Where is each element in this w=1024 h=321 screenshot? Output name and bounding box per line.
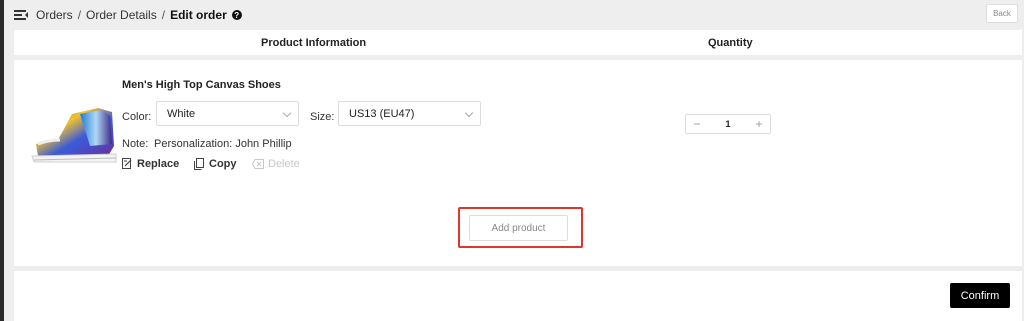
copy-icon xyxy=(194,158,204,170)
product-name: Men's High Top Canvas Shoes xyxy=(122,79,281,91)
confirm-button[interactable]: Confirm xyxy=(950,283,1010,308)
replace-icon xyxy=(122,158,132,169)
copy-button[interactable]: Copy xyxy=(194,158,237,170)
page-title: Edit order xyxy=(170,8,227,22)
delete-icon xyxy=(252,159,264,169)
copy-label: Copy xyxy=(209,158,237,170)
quantity-stepper[interactable]: − 1 + xyxy=(685,114,771,134)
color-select[interactable]: White xyxy=(156,101,299,126)
breadcrumb: Orders / Order Details / Edit order ? xyxy=(36,8,242,22)
footer-bar: Confirm xyxy=(14,271,1022,321)
color-select-value: White xyxy=(167,107,196,120)
breadcrumb-separator: / xyxy=(161,8,166,22)
add-product-button[interactable]: Add product xyxy=(469,215,568,241)
size-label: Size: xyxy=(310,111,335,123)
chevron-down-icon xyxy=(464,108,474,118)
breadcrumb-order-details[interactable]: Order Details xyxy=(86,8,157,22)
help-icon[interactable]: ? xyxy=(231,10,242,20)
replace-button[interactable]: Replace xyxy=(122,158,179,170)
product-image xyxy=(31,108,117,163)
table-header: Product Information Quantity xyxy=(14,30,1022,55)
product-information-header: Product Information xyxy=(261,37,367,49)
quantity-value[interactable]: 1 xyxy=(708,119,748,129)
replace-label: Replace xyxy=(137,158,180,170)
chevron-down-icon xyxy=(282,108,292,118)
size-select[interactable]: US13 (EU47) xyxy=(338,101,481,126)
delete-label: Delete xyxy=(268,158,300,170)
note-label: Note: xyxy=(122,138,149,150)
breadcrumb-orders[interactable]: Orders xyxy=(36,8,73,22)
increment-button[interactable]: + xyxy=(748,117,770,131)
delete-button[interactable]: Delete xyxy=(252,158,300,170)
color-label: Color: xyxy=(122,111,152,123)
note-value: Personalization: John Phillip xyxy=(154,138,292,150)
back-button[interactable]: Back xyxy=(986,4,1018,23)
product-row: Men's High Top Canvas Shoes Color: White… xyxy=(14,60,1022,266)
size-select-value: US13 (EU47) xyxy=(349,107,415,120)
header-bar: Orders / Order Details / Edit order ? Ba… xyxy=(4,0,1024,30)
breadcrumb-separator: / xyxy=(77,8,82,22)
left-edge xyxy=(0,0,4,321)
quantity-header: Quantity xyxy=(708,37,753,49)
menu-collapse-icon[interactable] xyxy=(14,9,28,21)
decrement-button[interactable]: − xyxy=(686,117,708,131)
